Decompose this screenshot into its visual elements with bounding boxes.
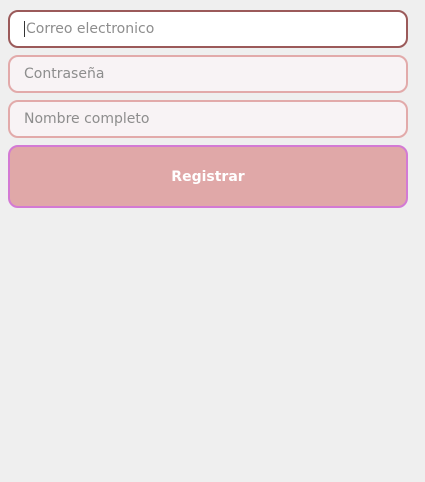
registration-form: Correo electronico Contraseña Nombre com… — [8, 10, 408, 208]
register-button[interactable]: Registrar — [8, 145, 408, 208]
password-placeholder: Contraseña — [24, 66, 105, 82]
email-field[interactable]: Correo electronico — [8, 10, 408, 48]
email-placeholder: Correo electronico — [26, 21, 155, 37]
full-name-placeholder: Nombre completo — [24, 111, 150, 127]
password-field[interactable]: Contraseña — [8, 55, 408, 93]
full-name-field[interactable]: Nombre completo — [8, 100, 408, 138]
text-caret — [24, 21, 25, 37]
